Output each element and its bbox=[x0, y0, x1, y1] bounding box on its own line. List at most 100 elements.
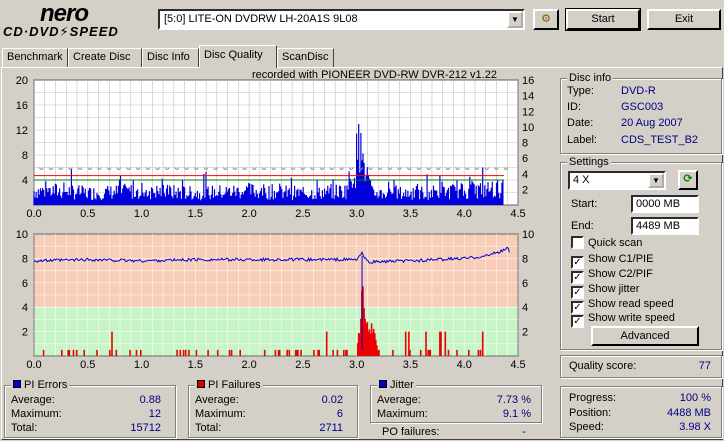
pi-failures-maximum-label: Maximum: bbox=[195, 408, 246, 420]
quality-score-label: Quality score: bbox=[569, 360, 637, 372]
tab-disc-info[interactable]: Disc Info bbox=[142, 48, 199, 67]
id-label: ID: bbox=[567, 101, 582, 113]
y-tick-label: 16 bbox=[16, 100, 28, 112]
x-tick-label: 4.5 bbox=[510, 208, 525, 220]
settings-group: Settings 4 X ▼ ⟳ Start: 0000 MB End: 448… bbox=[560, 156, 722, 350]
y-right-tick-label: 4 bbox=[522, 169, 528, 181]
refresh-icon[interactable]: ⟳ bbox=[678, 170, 698, 190]
show-write-label: Show write speed bbox=[588, 312, 675, 324]
show-jitter-label: Show jitter bbox=[588, 283, 640, 295]
tab-create-disc[interactable]: Create Disc bbox=[68, 48, 142, 67]
y-tick-label: 6 bbox=[22, 278, 28, 290]
date-label: Date: bbox=[567, 117, 594, 129]
y-tick-label: 8 bbox=[22, 150, 28, 162]
id-value: GSC003 bbox=[621, 101, 664, 113]
pi-errors-average: 0.88 bbox=[139, 394, 161, 406]
drive-select[interactable]: [5:0] LITE-ON DVDRW LH-20A1S 9L08 ▼ bbox=[158, 9, 525, 30]
y-right-tick-label: 16 bbox=[522, 75, 534, 87]
x-tick-label: 4.5 bbox=[510, 359, 525, 368]
x-tick-label: 3.5 bbox=[403, 208, 418, 220]
type-label: Type: bbox=[567, 85, 594, 97]
tab-benchmark[interactable]: Benchmark bbox=[2, 48, 68, 67]
pi-failures-average: 0.02 bbox=[321, 394, 343, 406]
y-right-tick-label: 10 bbox=[522, 122, 534, 134]
quick-scan-checkbox[interactable]: Quick scan bbox=[571, 236, 642, 249]
chevron-down-icon[interactable]: ▼ bbox=[648, 173, 664, 188]
chevron-down-icon[interactable]: ▼ bbox=[507, 11, 523, 28]
y-tick-label: 20 bbox=[16, 75, 28, 87]
disc-info-title: Disc info bbox=[567, 72, 614, 84]
po-failures-label: PO failures: bbox=[382, 426, 440, 438]
pi-errors-group: PI Errors Average: 0.88 Maximum: 12 Tota… bbox=[4, 379, 176, 438]
pi-errors-title: PI Errors bbox=[11, 379, 70, 391]
start-label: Start: bbox=[571, 198, 598, 210]
speed-label: Speed: bbox=[569, 421, 604, 433]
label-label: Label: bbox=[567, 134, 597, 146]
quality-score-box: Quality score: 77 bbox=[560, 355, 722, 378]
start-input[interactable]: 0000 MB bbox=[631, 195, 699, 213]
tab-scandisc[interactable]: ScanDisc bbox=[277, 48, 334, 67]
advanced-button[interactable]: Advanced bbox=[591, 326, 699, 346]
y-right-tick-label: 8 bbox=[522, 253, 528, 265]
pi-errors-maximum-label: Maximum: bbox=[11, 408, 62, 420]
pi-errors-title-text: PI Errors bbox=[24, 379, 68, 391]
jitter-maximum-label: Maximum: bbox=[377, 408, 428, 420]
y-right-tick-label: 4 bbox=[522, 302, 528, 314]
y-right-tick-label: 14 bbox=[522, 91, 534, 103]
pi-errors-total: 15712 bbox=[130, 422, 161, 434]
y-right-tick-label: 8 bbox=[522, 138, 528, 150]
jitter-title: Jitter bbox=[377, 379, 416, 391]
pi-failures-title-text: PI Failures bbox=[208, 379, 261, 391]
y-right-tick-label: 2 bbox=[522, 327, 528, 339]
progress-label: Progress: bbox=[569, 392, 617, 404]
show-c2-checkbox[interactable]: ✓ Show C2/PIF bbox=[571, 268, 653, 284]
pi-failures-maximum: 6 bbox=[336, 408, 343, 420]
y-tick-label: 4 bbox=[22, 302, 28, 314]
show-jitter-checkbox[interactable]: ✓ Show jitter bbox=[571, 283, 639, 299]
quality-score-value: 77 bbox=[698, 360, 711, 372]
x-tick-label: 0.0 bbox=[26, 208, 41, 220]
y-tick-label: 4 bbox=[22, 175, 28, 187]
x-tick-label: 3.0 bbox=[349, 208, 364, 220]
y-tick-label: 8 bbox=[22, 253, 28, 265]
drive-info-button[interactable]: ⚙ bbox=[533, 9, 559, 30]
exit-button[interactable]: Exit bbox=[647, 9, 721, 30]
pi-errors-swatch bbox=[13, 380, 21, 388]
speed-select[interactable]: 4 X ▼ bbox=[568, 171, 666, 190]
start-button[interactable]: Start bbox=[565, 8, 641, 31]
type-value: DVD-R bbox=[621, 85, 656, 97]
y-tick-label: 10 bbox=[16, 229, 28, 241]
x-tick-label: 1.5 bbox=[188, 359, 203, 368]
x-tick-label: 2.0 bbox=[241, 208, 256, 220]
y-tick-label: 2 bbox=[22, 327, 28, 339]
speed-select-value: 4 X bbox=[573, 174, 590, 186]
pi-errors-total-label: Total: bbox=[11, 422, 38, 434]
end-label: End: bbox=[571, 220, 594, 232]
end-input-value: 4489 MB bbox=[636, 220, 681, 232]
disc-swap-icon: ⚙ bbox=[541, 13, 551, 25]
progress-box: Progress: 100 % Position: 4488 MB Speed:… bbox=[560, 386, 722, 438]
pi-failures-total-label: Total: bbox=[195, 422, 222, 434]
jitter-group: Jitter Average: 7.73 % Maximum: 9.1 % bbox=[370, 379, 542, 423]
checkbox-box[interactable] bbox=[571, 236, 584, 249]
x-tick-label: 1.0 bbox=[134, 208, 149, 220]
y-right-tick-label: 12 bbox=[522, 106, 534, 118]
disc-info-group: Disc info Type: DVD-R ID: GSC003 Date: 2… bbox=[560, 72, 722, 154]
start-input-value: 0000 MB bbox=[636, 198, 681, 210]
x-tick-label: 4.0 bbox=[457, 208, 472, 220]
pi-errors-maximum: 12 bbox=[148, 408, 161, 420]
x-tick-label: 3.0 bbox=[349, 359, 364, 368]
label-value: CDS_TEST_B2 bbox=[621, 134, 699, 146]
checkmark-icon[interactable]: ✓ bbox=[571, 315, 584, 328]
tab-disc-quality[interactable]: Disc Quality bbox=[199, 45, 277, 68]
y-right-tick-label: 6 bbox=[522, 153, 528, 165]
quick-scan-label: Quick scan bbox=[588, 237, 643, 249]
pi-failures-title: PI Failures bbox=[195, 379, 263, 391]
end-input[interactable]: 4489 MB bbox=[631, 217, 699, 235]
pi-failures-group: PI Failures Average: 0.02 Maximum: 6 Tot… bbox=[188, 379, 358, 438]
pi-failures-average-label: Average: bbox=[195, 394, 239, 406]
pi-errors-average-label: Average: bbox=[11, 394, 55, 406]
drive-select-value: [5:0] LITE-ON DVDRW LH-20A1S 9L08 bbox=[164, 13, 358, 25]
show-c1-checkbox[interactable]: ✓ Show C1/PIE bbox=[571, 253, 653, 269]
x-tick-label: 3.5 bbox=[403, 359, 418, 368]
